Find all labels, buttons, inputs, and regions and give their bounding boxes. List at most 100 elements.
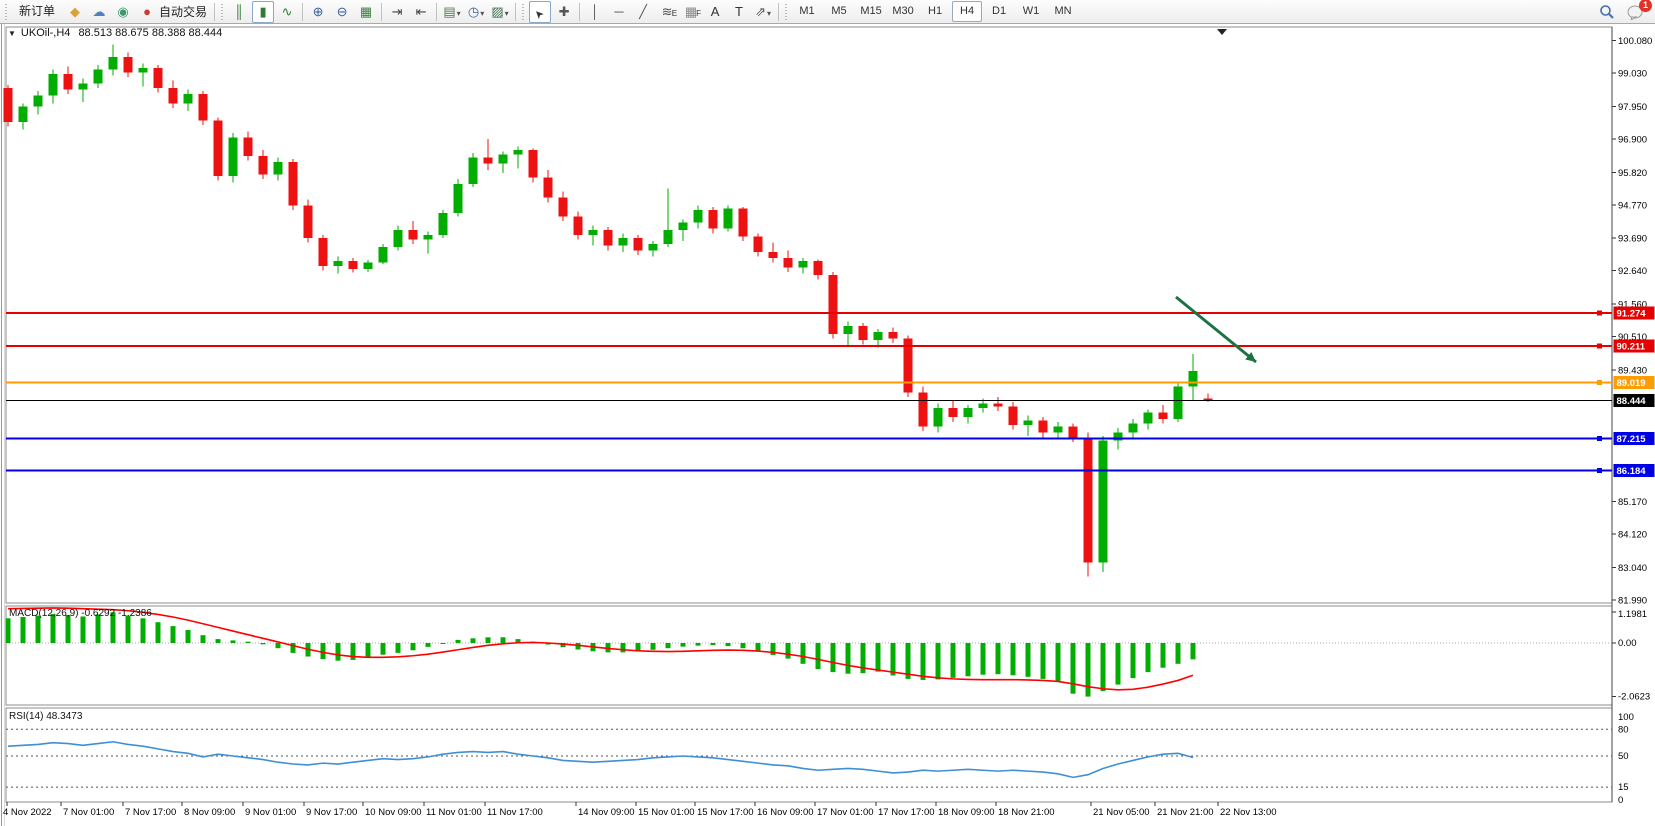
svg-text:91.274: 91.274 — [1617, 308, 1647, 319]
timeframe-m15[interactable]: M15 — [856, 1, 886, 22]
svg-text:0.00: 0.00 — [1618, 638, 1637, 649]
svg-text:50: 50 — [1618, 751, 1629, 762]
cursor-icon[interactable]: ➤ — [529, 1, 551, 23]
vertical-line-icon[interactable]: │ — [584, 1, 606, 23]
svg-text:96.900: 96.900 — [1618, 135, 1647, 146]
timeframe-m5[interactable]: M5 — [824, 1, 854, 22]
hline-handle[interactable] — [1597, 436, 1602, 441]
timeframe-m30[interactable]: M30 — [888, 1, 918, 22]
template-icon[interactable]: ▨▾ — [489, 1, 511, 23]
time-axis: 4 Nov 20227 Nov 01:007 Nov 17:008 Nov 09… — [3, 802, 1277, 818]
toolbar-grip — [4, 3, 9, 21]
symbol-period: UKOil-,H4 — [21, 27, 71, 39]
candlestick-chart-icon[interactable]: ▮ — [252, 1, 274, 23]
crosshair-icon[interactable]: ✚ — [553, 1, 575, 23]
svg-text:93.690: 93.690 — [1618, 234, 1647, 245]
terminal-icon[interactable]: ☁ — [88, 1, 110, 23]
hline-handle[interactable] — [1597, 310, 1602, 315]
zoom-out-icon[interactable]: ⊖ — [331, 1, 353, 23]
scroll-to-end-marker[interactable] — [1217, 29, 1227, 35]
svg-text:21 Nov 21:00: 21 Nov 21:00 — [1157, 807, 1214, 818]
svg-text:18 Nov 09:00: 18 Nov 09:00 — [938, 807, 995, 818]
svg-text:14 Nov 09:00: 14 Nov 09:00 — [578, 807, 635, 818]
toolbar-separator — [778, 3, 779, 21]
rsi-line — [8, 742, 1193, 778]
svg-text:7 Nov 01:00: 7 Nov 01:00 — [63, 807, 114, 818]
timeframe-w1[interactable]: W1 — [1016, 1, 1046, 22]
timeframe-h4[interactable]: H4 — [952, 1, 982, 22]
svg-text:90.211: 90.211 — [1617, 341, 1646, 352]
bar-chart-icon[interactable]: ║ — [228, 1, 250, 23]
trendline-icon[interactable]: ╱ — [632, 1, 654, 23]
chart-dropdown-icon[interactable]: ▼ — [8, 29, 16, 38]
svg-text:85.170: 85.170 — [1618, 497, 1647, 508]
svg-text:9 Nov 01:00: 9 Nov 01:00 — [245, 807, 296, 818]
rsi-panel: 1008050150 — [6, 712, 1634, 806]
toolbar-buttons: 新订单◆☁◉●自动交易 ║▮∿ ⊕⊖▦ ⇥⇤ ▤▾◷▾▨▾ ➤✚ │─╱≋E▦FAT⇗▾ — [2, 0, 791, 23]
signal-icon[interactable]: ◉ — [112, 1, 134, 23]
svg-text:84.120: 84.120 — [1618, 530, 1647, 541]
search-icon[interactable] — [1599, 4, 1615, 20]
new-chart-icon[interactable]: ▤▾ — [441, 1, 463, 23]
tile-windows-icon[interactable]: ▦ — [355, 1, 377, 23]
rsi-indicator-label: RSI(14) 48.3473 — [9, 711, 82, 722]
svg-text:97.950: 97.950 — [1618, 102, 1647, 113]
svg-text:9 Nov 17:00: 9 Nov 17:00 — [306, 807, 357, 818]
svg-text:89.019: 89.019 — [1617, 378, 1646, 389]
price-axis: 100.08099.03097.95096.90095.82094.77093.… — [1612, 36, 1652, 606]
auto-scroll-icon[interactable]: ⇥ — [386, 1, 408, 23]
svg-text:87.215: 87.215 — [1617, 434, 1647, 445]
text-icon[interactable]: A — [704, 1, 726, 23]
mt4-application: 新订单◆☁◉●自动交易 ║▮∿ ⊕⊖▦ ⇥⇤ ▤▾◷▾▨▾ ➤✚ │─╱≋E▦FAT⇗▾ M… — [0, 0, 1655, 826]
zoom-in-icon[interactable]: ⊕ — [307, 1, 329, 23]
svg-text:4 Nov 2022: 4 Nov 2022 — [3, 807, 52, 818]
svg-text:99.030: 99.030 — [1618, 69, 1647, 80]
notification-badge: 1 — [1639, 0, 1652, 12]
label-icon[interactable]: T — [728, 1, 750, 23]
svg-text:100.080: 100.080 — [1618, 36, 1652, 47]
svg-text:92.640: 92.640 — [1618, 266, 1647, 277]
timeframe-h1[interactable]: H1 — [920, 1, 950, 22]
horizontal-line-icon[interactable]: ─ — [608, 1, 630, 23]
toolbar-separator — [302, 3, 303, 21]
timeframe-m1[interactable]: M1 — [792, 1, 822, 22]
line-chart-icon[interactable]: ∿ — [276, 1, 298, 23]
chart-title-bar: ▼UKOil-,H488.513 88.675 88.388 88.444 — [8, 27, 222, 39]
auto-trading-icon[interactable]: ● — [136, 1, 158, 23]
candlesticks — [4, 45, 1213, 577]
chart-canvas[interactable]: 100.08099.03097.95096.90095.82094.77093.… — [0, 24, 1655, 826]
svg-text:7 Nov 17:00: 7 Nov 17:00 — [125, 807, 176, 818]
hline-handle[interactable] — [1597, 380, 1602, 385]
hline-handle[interactable] — [1597, 343, 1602, 348]
main-toolbar: 新订单◆☁◉●自动交易 ║▮∿ ⊕⊖▦ ⇥⇤ ▤▾◷▾▨▾ ➤✚ │─╱≋E▦FAT⇗▾ M… — [0, 0, 1655, 24]
svg-text:89.430: 89.430 — [1618, 365, 1647, 376]
svg-text:11 Nov 01:00: 11 Nov 01:00 — [426, 807, 482, 818]
arrows-icon[interactable]: ⇗▾ — [752, 1, 774, 23]
toolbar-grip — [521, 3, 526, 21]
macd-indicator-label: MACD(12,26,9) -0.6292 -1.2386 — [9, 608, 152, 619]
hline-handle[interactable] — [1597, 468, 1602, 473]
svg-text:83.040: 83.040 — [1618, 563, 1647, 574]
timeframe-d1[interactable]: D1 — [984, 1, 1014, 22]
svg-text:15 Nov 01:00: 15 Nov 01:00 — [638, 807, 695, 818]
toolbar-grip — [784, 3, 789, 21]
chart-profile-icon[interactable]: ◆ — [64, 1, 86, 23]
timeframe-mn[interactable]: MN — [1048, 1, 1078, 22]
toolbar-separator — [515, 3, 516, 21]
new-order-button[interactable]: 新订单 — [13, 2, 61, 22]
fibonacci-icon[interactable]: ≋E — [656, 1, 678, 23]
auto-trading-label[interactable]: 自动交易 — [159, 3, 207, 20]
chart-window[interactable]: ▼UKOil-,H488.513 88.675 88.388 88.444 MA… — [0, 24, 1655, 826]
grid-icon[interactable]: ▦F — [680, 1, 702, 23]
svg-text:88.444: 88.444 — [1617, 396, 1647, 407]
svg-text:86.184: 86.184 — [1617, 466, 1647, 477]
svg-text:95.820: 95.820 — [1618, 168, 1647, 179]
toolbar-separator — [214, 3, 215, 21]
period-icon[interactable]: ◷▾ — [465, 1, 487, 23]
svg-text:0: 0 — [1618, 795, 1623, 806]
toolbar-right: 1 — [1599, 0, 1645, 24]
svg-text:80: 80 — [1618, 724, 1629, 735]
chart-shift-icon[interactable]: ⇤ — [410, 1, 432, 23]
notifications-icon[interactable]: 1 — [1627, 4, 1645, 20]
arrow-annotation[interactable] — [1176, 297, 1256, 362]
